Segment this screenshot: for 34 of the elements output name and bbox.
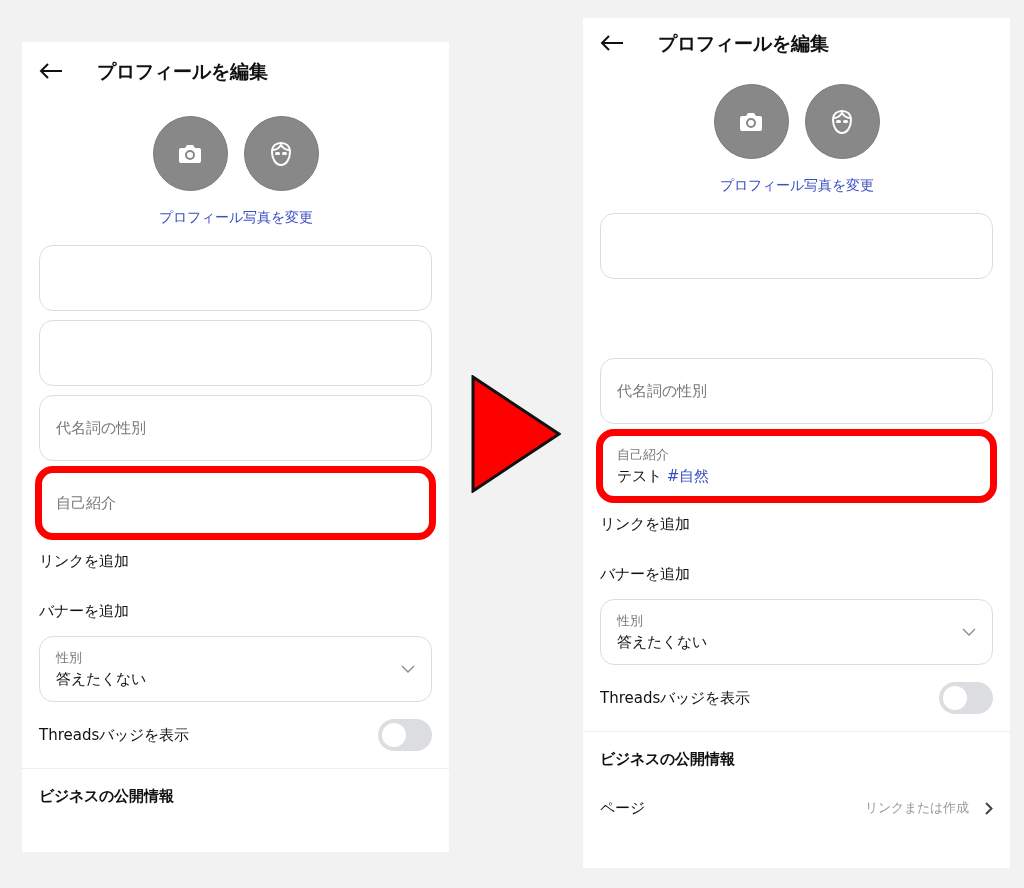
- bio-text[interactable]: テスト #自然: [617, 464, 976, 487]
- section-heading: ビジネスの公開情報: [39, 785, 174, 807]
- toggle-label: Threadsバッジを表示: [39, 724, 190, 746]
- camera-icon: [178, 143, 202, 164]
- back-icon[interactable]: [600, 35, 624, 51]
- input-field[interactable]: [39, 245, 432, 311]
- add-link[interactable]: バナーを追加: [600, 562, 690, 586]
- gender-select[interactable]: 性別 答えたくない: [600, 599, 993, 665]
- toggle-switch[interactable]: [939, 682, 993, 714]
- chevron-down-icon: [401, 665, 415, 673]
- camera-icon: [739, 111, 763, 132]
- section-heading: ビジネスの公開情報: [600, 748, 735, 770]
- add-link[interactable]: リンクを追加: [39, 549, 129, 573]
- input-field[interactable]: 代名詞の性別: [39, 395, 432, 461]
- page-title: プロフィールを編集: [97, 58, 268, 84]
- gender-select[interactable]: 性別 答えたくない: [39, 636, 432, 702]
- avatar-icon: [268, 139, 294, 168]
- back-icon[interactable]: [39, 63, 63, 79]
- arrow-icon: [471, 375, 561, 493]
- chevron-right-icon: [985, 801, 993, 815]
- toggle-switch[interactable]: [378, 719, 432, 751]
- page-label: ページ: [600, 797, 645, 819]
- add-link[interactable]: バナーを追加: [39, 599, 129, 623]
- change-photo-link[interactable]: プロフィール写真を変更: [719, 175, 874, 196]
- change-photo-link[interactable]: プロフィール写真を変更: [158, 207, 313, 228]
- chevron-down-icon: [962, 628, 976, 636]
- field-label: 自己紹介: [617, 446, 670, 464]
- input-field[interactable]: [39, 320, 432, 386]
- add-link[interactable]: リンクを追加: [600, 512, 690, 536]
- avatar-icon: [829, 107, 855, 136]
- page-title: プロフィールを編集: [658, 30, 829, 56]
- input-field[interactable]: [600, 213, 993, 279]
- toggle-label: Threadsバッジを表示: [600, 687, 751, 709]
- input-field[interactable]: 代名詞の性別: [600, 358, 993, 424]
